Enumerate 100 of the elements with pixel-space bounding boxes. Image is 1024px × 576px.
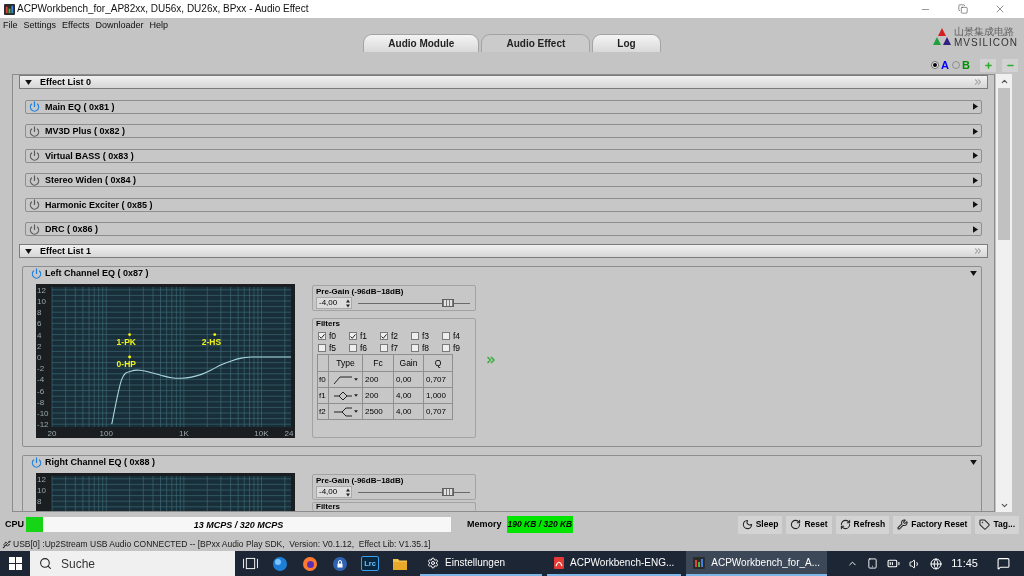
app-window-icon	[4, 3, 15, 15]
y-axis-label: -12	[37, 420, 49, 430]
taskbar-window-button[interactable]: ACPWorkbench_for_A...	[686, 551, 828, 576]
toolbar-button[interactable]: Sleep	[737, 515, 783, 534]
checkbox[interactable]	[380, 332, 388, 340]
tab[interactable]: Audio Effect	[481, 34, 591, 52]
filter-type-dropdown[interactable]	[333, 390, 358, 401]
menu-item[interactable]: Effects	[62, 19, 90, 31]
radio-button[interactable]	[931, 61, 940, 69]
task-view-icon[interactable]	[242, 557, 258, 570]
caret-right-icon[interactable]	[973, 103, 978, 110]
pre-gain-slider[interactable]	[358, 488, 470, 496]
folder-icon[interactable]	[393, 557, 407, 570]
taskbar-clock[interactable]: 11:45	[951, 557, 978, 570]
checkbox[interactable]	[349, 344, 357, 352]
power-icon[interactable]	[29, 125, 40, 137]
slider-thumb[interactable]	[441, 299, 454, 307]
power-icon[interactable]	[29, 174, 40, 186]
toolbar-button[interactable]: Tag...	[975, 515, 1019, 534]
tablet-icon[interactable]	[867, 558, 879, 569]
usb-icon	[2, 539, 11, 549]
pre-gain-slider[interactable]	[358, 299, 470, 307]
caret-down-icon[interactable]	[25, 248, 32, 254]
table-cell: 2500	[363, 404, 394, 420]
pre-gain-field[interactable]: -4,00	[316, 297, 352, 309]
caret-right-icon[interactable]	[973, 152, 978, 159]
filter-point-icon[interactable]	[213, 333, 217, 336]
checkbox[interactable]	[411, 332, 419, 340]
slider-thumb[interactable]	[441, 488, 454, 496]
sphere-app-icon[interactable]	[273, 556, 287, 571]
logo-text: MVSILICON	[954, 36, 1018, 48]
menu-item[interactable]: File	[3, 19, 18, 31]
globe-icon[interactable]	[930, 557, 943, 570]
filter-point-icon[interactable]	[128, 355, 131, 359]
checkbox[interactable]	[318, 344, 326, 352]
toolbar-button[interactable]: Refresh	[835, 515, 890, 534]
effect-list-header[interactable]: Effect List 1	[19, 244, 988, 258]
caret-right-icon[interactable]	[973, 176, 978, 184]
checkbox[interactable]	[411, 344, 419, 352]
effect-header[interactable]: Stereo Widen ( 0x84 )	[25, 173, 982, 187]
tab[interactable]: Log	[592, 34, 661, 52]
power-icon[interactable]	[29, 223, 40, 235]
menu-item[interactable]: Settings	[23, 19, 57, 31]
effect-title: Left Channel EQ ( 0x87 )	[45, 268, 149, 278]
checkbox-label: f5	[329, 343, 337, 353]
checkbox[interactable]	[318, 332, 326, 340]
effect-header[interactable]: DRC ( 0x86 )	[25, 222, 982, 236]
caret-down-icon[interactable]	[353, 394, 358, 397]
scrollbar-thumb[interactable]	[998, 88, 1010, 240]
checkbox-label: f2	[391, 331, 399, 341]
filter-type-dropdown[interactable]	[333, 406, 358, 417]
checkbox-label: f9	[453, 343, 461, 353]
caret-right-icon[interactable]	[973, 127, 978, 135]
checkbox[interactable]	[442, 332, 450, 340]
taskbar-window-button[interactable]: ACPWorkbench-ENG...	[547, 551, 682, 576]
taskbar-search-field[interactable]: Suche	[30, 551, 235, 576]
menu-item[interactable]: Downloader	[95, 19, 144, 31]
y-axis-label: 8	[37, 308, 42, 318]
restore-icon[interactable]	[957, 4, 968, 14]
round-app-icon[interactable]	[303, 556, 317, 571]
taskbar-window-button[interactable]: Einstellungen	[420, 551, 542, 576]
row-label: f1	[318, 388, 329, 404]
y-axis-label: -8	[37, 397, 45, 407]
caret-down-icon[interactable]	[25, 79, 32, 85]
padlock-app-icon[interactable]	[333, 556, 347, 571]
tab[interactable]: Audio Module	[363, 34, 480, 52]
toolbar-button[interactable]: Factory Reset	[893, 515, 972, 534]
effect-header[interactable]: MV3D Plus ( 0x82 )	[25, 124, 982, 138]
pre-gain-field[interactable]: -4,00	[316, 486, 352, 498]
caret-down-icon[interactable]	[970, 459, 977, 465]
scrollbar-track[interactable]	[996, 74, 1012, 512]
power-icon[interactable]	[29, 199, 40, 210]
filter-type-dropdown[interactable]	[333, 374, 358, 385]
effect-list-header[interactable]: Effect List 0	[19, 75, 988, 89]
row-label: f0	[318, 372, 329, 388]
toolbar-button[interactable]: Reset	[786, 515, 832, 534]
checkbox[interactable]	[442, 344, 450, 352]
effect-header[interactable]: Main EQ ( 0x81 )	[25, 99, 982, 114]
spin-arrows-icon[interactable]	[346, 487, 350, 497]
start-menu-icon[interactable]	[8, 557, 22, 570]
preset-label[interactable]: A	[941, 59, 950, 71]
spin-arrows-icon[interactable]	[346, 298, 350, 308]
checkbox[interactable]	[349, 332, 357, 340]
effect-header[interactable]: Virtual BASS ( 0x83 )	[25, 148, 982, 163]
menu-item[interactable]: Help	[149, 19, 168, 31]
caret-down-icon[interactable]	[970, 270, 977, 276]
battery-icon[interactable]	[887, 557, 901, 570]
caret-right-icon[interactable]	[973, 225, 978, 233]
search-icon	[39, 557, 52, 570]
table-cell: 0,707	[424, 404, 453, 420]
table-cell: 0,707	[424, 372, 453, 388]
peak-diamond-icon	[333, 390, 352, 401]
caret-right-icon[interactable]	[973, 201, 978, 208]
shelf-fork-icon	[333, 406, 352, 417]
effect-header[interactable]: Harmonic Exciter ( 0x85 )	[25, 197, 982, 212]
notification-icon[interactable]	[997, 557, 1010, 570]
power-icon[interactable]	[29, 150, 40, 161]
caret-down-icon[interactable]	[353, 410, 358, 413]
checkbox[interactable]	[380, 344, 388, 352]
caret-down-icon[interactable]	[353, 378, 358, 381]
